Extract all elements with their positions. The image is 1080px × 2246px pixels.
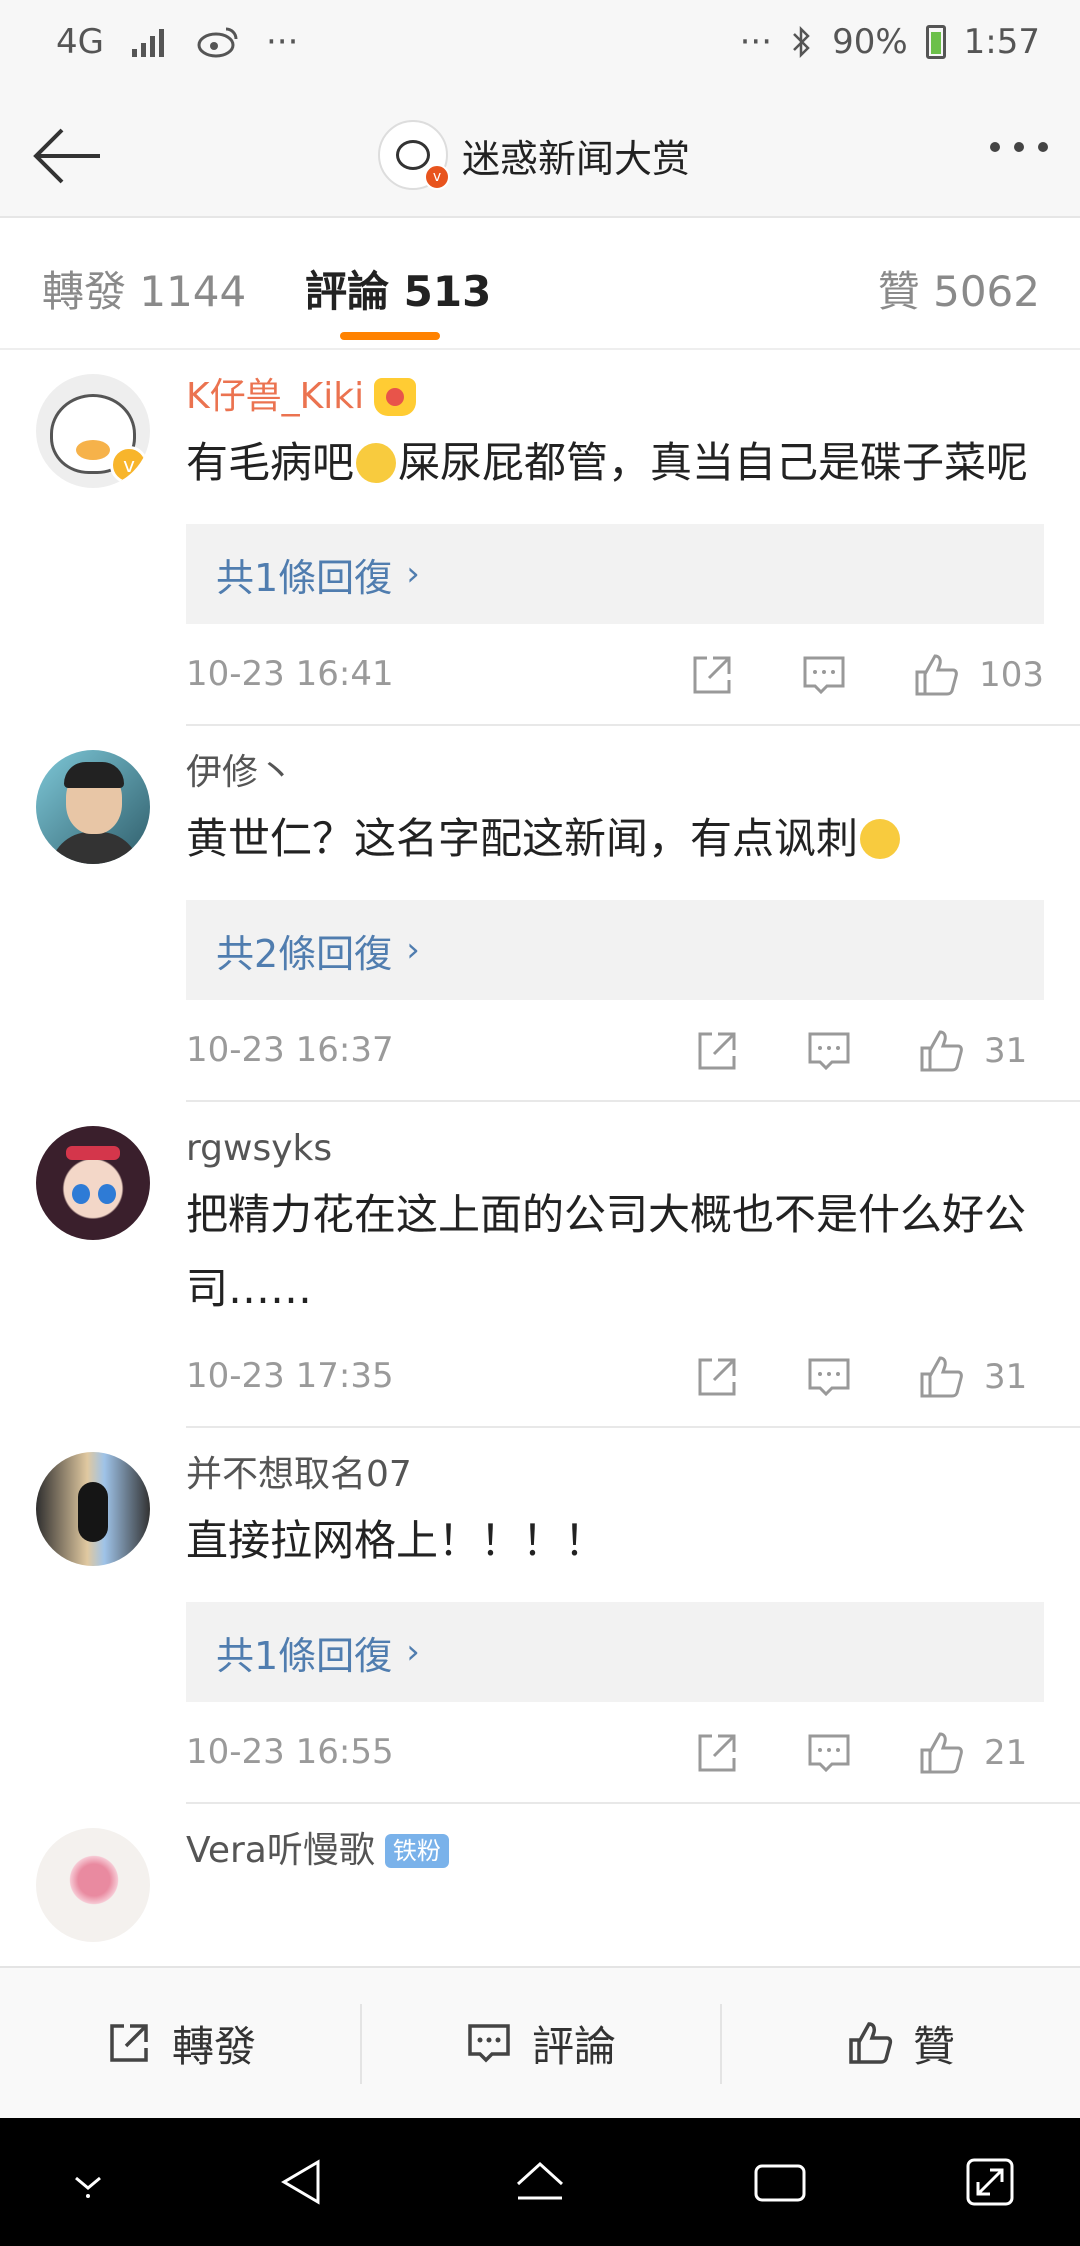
like-count: 103 (979, 655, 1044, 695)
comment-label: 評論 (531, 2021, 616, 2071)
clock: 1:57 (963, 22, 1040, 62)
comment-date: 10-23 17:35 (186, 1356, 394, 1396)
comment-icon[interactable] (804, 1352, 854, 1402)
comment-icon[interactable] (804, 1728, 854, 1778)
comment-icon[interactable] (799, 650, 849, 700)
status-more-right: ··· (739, 22, 773, 62)
like-icon[interactable] (916, 1728, 966, 1778)
status-more-left: ··· (265, 22, 299, 62)
comment-text: 把精力花在这上面的公司大概也不是什么好公司…… (186, 1190, 1027, 1313)
comment-button[interactable]: 評論 (360, 1968, 720, 2118)
account-header[interactable]: v 迷惑新闻大赏 (378, 120, 690, 190)
weibo-icon (197, 27, 238, 58)
replies-link[interactable]: 共1條回復 › (186, 1602, 1044, 1702)
comment-username[interactable]: rgwsyks (186, 1126, 332, 1172)
comment-item: Vera听慢歌 铁粉 (0, 1804, 1080, 1942)
chevron-right-icon: › (406, 930, 420, 970)
status-bar: 4G ··· ··· 90% 1:57 (0, 0, 1080, 92)
bluetooth-icon (793, 25, 810, 59)
comment-item: rgwsyks 把精力花在这上面的公司大概也不是什么好公司…… 10-23 17… (0, 1102, 1080, 1426)
share-icon[interactable] (692, 1026, 742, 1076)
replies-label: 共1條回復 (216, 1633, 393, 1678)
avatar[interactable] (36, 750, 150, 864)
comment-icon (468, 2024, 510, 2063)
comment-date: 10-23 16:37 (186, 1030, 394, 1070)
replies-link[interactable]: 共2條回復 › (186, 900, 1044, 1000)
thinking-emoji-icon (356, 443, 397, 483)
comment-text: 黄世仁？这名字配这新闻，有点讽刺 (186, 802, 1044, 876)
back-triangle-icon[interactable] (272, 2152, 332, 2212)
back-arrow-icon[interactable] (28, 116, 108, 196)
laughing-crying-emoji-icon (860, 819, 901, 859)
avatar[interactable] (36, 1126, 150, 1240)
share-icon[interactable] (692, 1352, 742, 1402)
battery-icon (925, 25, 946, 59)
repost-button[interactable]: 轉發 (0, 1968, 360, 2118)
comment-item: 伊修丶 黄世仁？这名字配这新闻，有点讽刺 共2條回復 › 10-23 16:37 … (0, 726, 1080, 1100)
bottom-action-bar: 轉發 評論 贊 (0, 1966, 1080, 2118)
like-button[interactable]: 贊 (720, 1968, 1080, 2118)
signal-icon (131, 29, 164, 57)
chevron-right-icon: › (406, 1632, 420, 1672)
comment-date: 10-23 16:41 (186, 654, 394, 694)
network-indicator: 4G (56, 22, 104, 62)
tab-likes[interactable]: 贊 5062 (878, 258, 1040, 319)
tab-reposts[interactable]: 轉發 1144 (42, 258, 246, 319)
like-count: 21 (984, 1733, 1028, 1773)
like-icon[interactable] (916, 1352, 966, 1402)
chevron-down-icon[interactable] (58, 2152, 118, 2212)
share-icon[interactable] (692, 1728, 742, 1778)
battery-percent: 90% (832, 22, 908, 62)
comment-list: v K仔兽_Kiki 有毛病吧 屎尿屁都管，真当自己是碟子菜呢 共1條回復 › 10… (0, 350, 1080, 1966)
account-avatar[interactable]: v (378, 120, 450, 190)
repost-label: 轉發 (171, 2021, 256, 2071)
expand-icon[interactable] (960, 2152, 1020, 2212)
avatar[interactable] (36, 1828, 150, 1942)
recent-apps-icon[interactable] (750, 2152, 810, 2212)
comment-item: v K仔兽_Kiki 有毛病吧 屎尿屁都管，真当自己是碟子菜呢 共1條回復 › 10… (0, 350, 1080, 724)
comment-username[interactable]: Vera听慢歌 (186, 1828, 375, 1874)
comment-username[interactable]: 伊修丶 (186, 750, 294, 796)
avatar[interactable] (36, 1452, 150, 1566)
verified-badge-icon: v (110, 446, 148, 484)
comment-item: 并不想取名07 直接拉网格上！！！！ 共1條回復 › 10-23 16:55 21 (0, 1428, 1080, 1802)
system-navigation-bar (0, 2118, 1080, 2246)
replies-link[interactable]: 共1條回復 › (186, 524, 1044, 624)
comment-username[interactable]: 并不想取名07 (186, 1452, 412, 1498)
home-icon[interactable] (510, 2152, 570, 2212)
top-navigation: v 迷惑新闻大赏 (0, 92, 1080, 218)
more-options-icon[interactable] (990, 142, 1048, 152)
like-count: 31 (984, 1357, 1028, 1397)
verified-badge-icon: v (424, 164, 450, 190)
comment-icon[interactable] (804, 1026, 854, 1076)
like-icon (849, 2022, 893, 2064)
like-icon[interactable] (911, 650, 961, 700)
replies-label: 共1條回復 (216, 555, 393, 600)
chevron-right-icon: › (406, 554, 420, 594)
avatar[interactable]: v (36, 374, 150, 488)
like-icon[interactable] (916, 1026, 966, 1076)
comment-username[interactable]: K仔兽_Kiki (186, 374, 364, 420)
replies-label: 共2條回復 (216, 931, 393, 976)
tab-comments[interactable]: 評論 513 (305, 258, 491, 319)
fan-badge: 铁粉 (384, 1834, 449, 1868)
like-label: 贊 (912, 2021, 955, 2071)
like-count: 31 (984, 1031, 1028, 1071)
active-tab-indicator (340, 332, 440, 340)
share-icon[interactable] (687, 650, 737, 700)
feed-tabs: 轉發 1144 評論 513 贊 5062 (0, 218, 1080, 350)
share-icon (110, 2024, 148, 2062)
comment-date: 10-23 16:55 (186, 1732, 394, 1772)
comment-text: 有毛病吧 屎尿屁都管，真当自己是碟子菜呢 (186, 438, 1029, 487)
comment-text: 直接拉网格上！！！！ (186, 1516, 607, 1565)
vip-crown-icon (374, 378, 417, 416)
account-name[interactable]: 迷惑新闻大赏 (462, 128, 690, 183)
